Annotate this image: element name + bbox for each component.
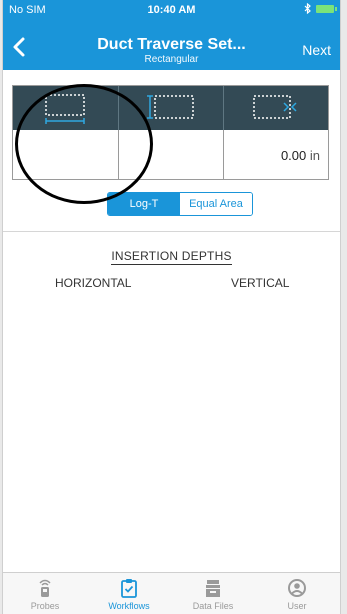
data-files-icon [206, 580, 220, 597]
page-title: Duct Traverse Set... [97, 36, 246, 53]
duct-dimensions-table: 0.00 in [12, 85, 329, 180]
battery-icon [316, 4, 337, 13]
app-screen: No SIM 10:40 AM Duct Traverse Set... Rec… [2, 0, 341, 614]
header: No SIM 10:40 AM Duct Traverse Set... Rec… [3, 0, 340, 70]
horizontal-column-label: HORIZONTAL [55, 276, 132, 290]
divider [3, 231, 340, 232]
depth-value: 0.00 [280, 148, 307, 163]
duct-width-icon [45, 94, 85, 124]
method-segmented-control: Log-T Equal Area [107, 192, 253, 216]
width-header[interactable] [13, 86, 118, 130]
depth-header[interactable] [223, 86, 328, 130]
segment-log-t[interactable]: Log-T [108, 193, 180, 215]
user-icon [288, 579, 306, 597]
duct-depth-icon [253, 95, 297, 119]
depth-value-wrap: 0.00 in [281, 148, 320, 163]
clipboard-icon [121, 579, 137, 598]
tab-bar: Probes Workflows Data Files User [3, 572, 340, 614]
tab-data-files[interactable]: Data Files [171, 573, 255, 614]
depth-unit: in [309, 148, 320, 163]
tab-user[interactable]: User [255, 573, 339, 614]
segment-equal-area[interactable]: Equal Area [180, 193, 252, 215]
height-header[interactable] [118, 86, 223, 130]
height-field[interactable] [118, 130, 223, 179]
next-button[interactable]: Next [302, 42, 331, 58]
page-subtitle: Rectangular [144, 54, 199, 65]
status-indicators [304, 3, 337, 14]
vertical-column-label: VERTICAL [231, 276, 290, 290]
probe-icon [39, 579, 51, 597]
tab-probes[interactable]: Probes [3, 573, 87, 614]
tab-data-files-label: Data Files [192, 601, 234, 611]
tab-user-label: User [287, 601, 307, 611]
dimensions-header [13, 86, 328, 130]
dimensions-values: 0.00 in [13, 130, 328, 179]
tab-workflows[interactable]: Workflows [87, 573, 171, 614]
bluetooth-icon [304, 3, 311, 14]
width-field[interactable] [13, 130, 118, 179]
tab-probes-label: Probes [30, 601, 60, 611]
title-block: Duct Traverse Set... Rectangular [3, 36, 340, 66]
depth-field[interactable]: 0.00 in [223, 130, 328, 179]
insertion-depths-title: INSERTION DEPTHS [3, 249, 340, 265]
insertion-depths-heading: INSERTION DEPTHS [111, 249, 232, 265]
duct-height-icon [147, 95, 194, 119]
tab-workflows-label: Workflows [108, 601, 150, 611]
status-time: 10:40 AM [147, 4, 196, 16]
